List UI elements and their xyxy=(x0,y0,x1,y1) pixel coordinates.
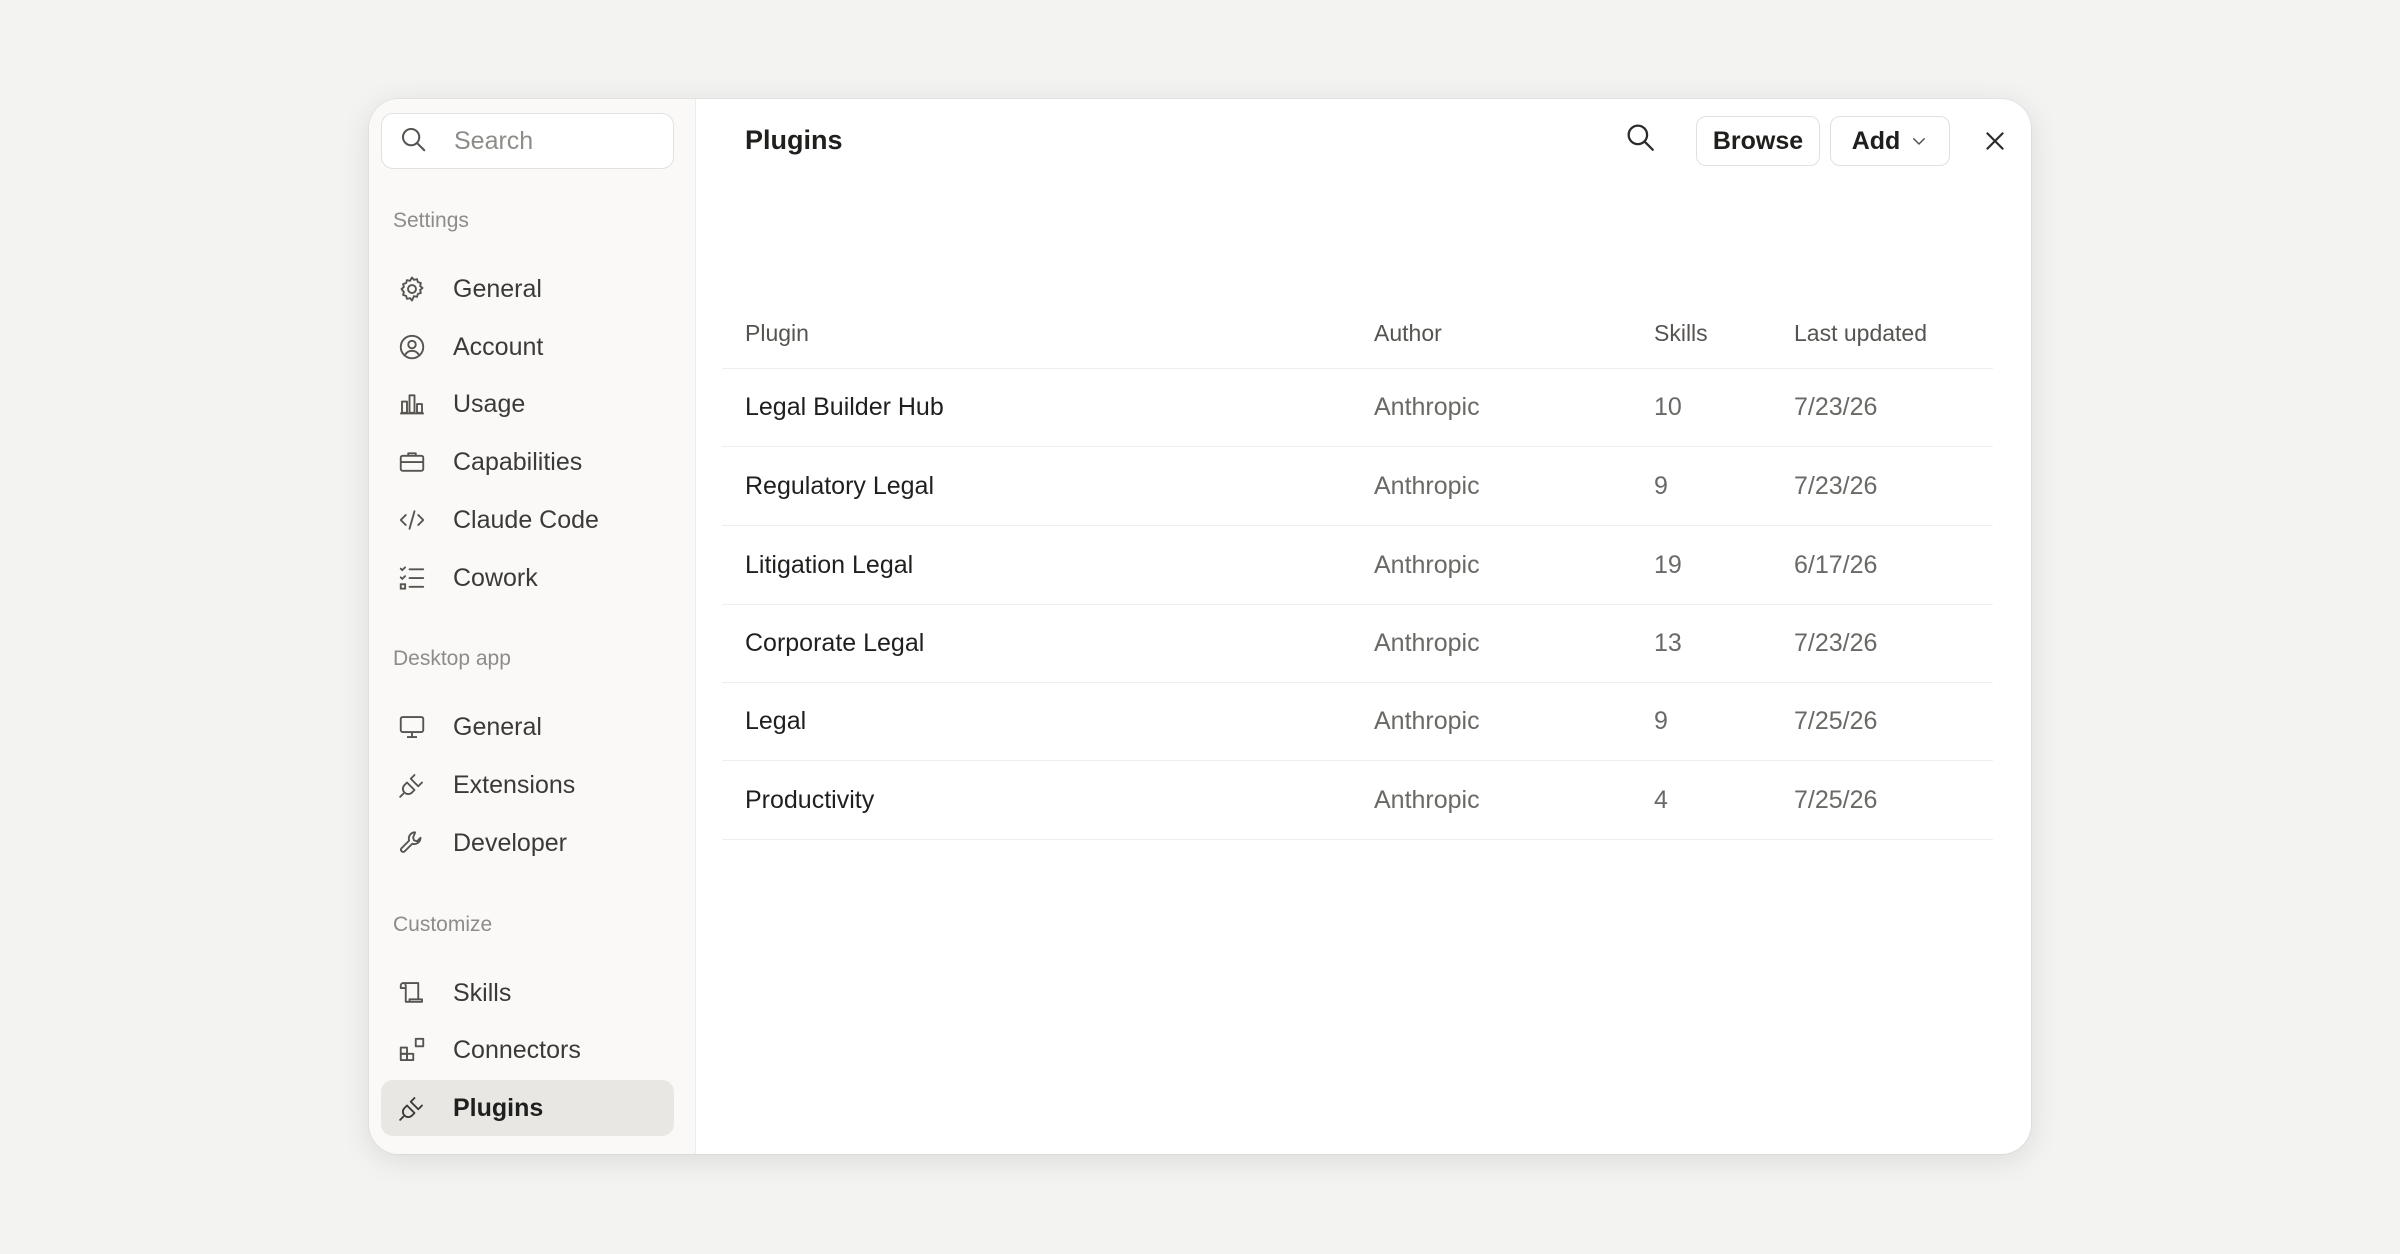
settings-window: Settings General Account Usage Capabilit… xyxy=(369,99,2031,1154)
scroll-icon xyxy=(397,978,427,1008)
sidebar-item-developer[interactable]: Developer xyxy=(381,815,674,871)
sidebar-item-label: Claude Code xyxy=(453,505,599,534)
sidebar-item-label: Plugins xyxy=(453,1093,544,1122)
plugin-name: Regulatory Legal xyxy=(745,472,935,500)
sidebar-item-desktop-general[interactable]: General xyxy=(381,699,674,755)
wrench-icon xyxy=(397,828,427,858)
sidebar: Settings General Account Usage Capabilit… xyxy=(369,99,696,1154)
sidebar-item-capabilities[interactable]: Capabilities xyxy=(381,434,674,490)
plugin-author: Anthropic xyxy=(1374,551,1480,579)
plug-icon xyxy=(397,770,427,800)
sidebar-item-label: Skills xyxy=(453,978,512,1007)
table-row[interactable]: Productivity Anthropic 4 7/25/26 xyxy=(722,762,1993,840)
column-header-skills[interactable]: Skills xyxy=(1654,299,1708,368)
close-button[interactable] xyxy=(1975,121,2015,161)
plugins-search-button[interactable] xyxy=(1620,119,1660,159)
section-label-customize: Customize xyxy=(393,913,493,936)
plugin-skills: 13 xyxy=(1654,629,1682,657)
sidebar-search[interactable] xyxy=(381,113,674,169)
sidebar-item-extensions[interactable]: Extensions xyxy=(381,757,674,813)
sidebar-item-label: Connectors xyxy=(453,1035,581,1064)
sidebar-item-label: Capabilities xyxy=(453,447,583,476)
sidebar-item-label: Usage xyxy=(453,389,526,418)
monitor-icon xyxy=(397,712,427,742)
table-row[interactable]: Legal Builder Hub Anthropic 10 7/23/26 xyxy=(722,369,1993,447)
sidebar-item-plugins[interactable]: Plugins xyxy=(381,1080,674,1136)
plugin-last-updated: 7/25/26 xyxy=(1794,786,1878,814)
sidebar-item-skills[interactable]: Skills xyxy=(381,965,674,1021)
chevron-down-icon xyxy=(1900,132,1928,150)
gear-icon xyxy=(397,274,427,304)
plugin-author: Anthropic xyxy=(1374,786,1480,814)
table-header: Plugin Author Skills Last updated xyxy=(722,299,1993,369)
column-header-plugin[interactable]: Plugin xyxy=(745,299,809,368)
plugin-skills: 19 xyxy=(1654,551,1682,579)
sidebar-item-usage[interactable]: Usage xyxy=(381,376,674,432)
sidebar-item-label: General xyxy=(453,274,542,303)
sidebar-item-connectors[interactable]: Connectors xyxy=(381,1022,674,1078)
plugin-skills: 10 xyxy=(1654,393,1682,421)
column-header-author[interactable]: Author xyxy=(1374,299,1442,368)
briefcase-icon xyxy=(397,447,427,477)
checklist-icon xyxy=(397,563,427,593)
bar-chart-icon xyxy=(397,389,427,419)
plug-icon xyxy=(397,1093,427,1123)
main-panel: Plugins Browse Add Plugin Author Skills … xyxy=(696,99,2031,1154)
plugin-name: Legal xyxy=(745,707,807,735)
section-label-settings: Settings xyxy=(393,209,469,232)
sidebar-item-label: Developer xyxy=(453,828,567,857)
plugin-name: Litigation Legal xyxy=(745,551,914,579)
browse-button[interactable]: Browse xyxy=(1696,116,1820,166)
plugin-author: Anthropic xyxy=(1374,707,1480,735)
sidebar-item-label: Extensions xyxy=(453,770,576,799)
column-header-last-updated[interactable]: Last updated xyxy=(1794,299,1927,368)
sidebar-item-label: Account xyxy=(453,332,544,361)
page-title: Plugins xyxy=(745,125,843,155)
table-row[interactable]: Litigation Legal Anthropic 19 6/17/26 xyxy=(722,527,1993,605)
plugin-author: Anthropic xyxy=(1374,629,1480,657)
sidebar-search-input[interactable] xyxy=(454,126,654,156)
sidebar-item-label: General xyxy=(453,712,542,741)
add-button[interactable]: Add xyxy=(1830,116,1950,166)
plugin-author: Anthropic xyxy=(1374,393,1480,421)
section-label-desktop-app: Desktop app xyxy=(393,647,511,670)
plugin-last-updated: 7/25/26 xyxy=(1794,707,1878,735)
plugin-name: Legal Builder Hub xyxy=(745,393,944,421)
table-row[interactable]: Regulatory Legal Anthropic 9 7/23/26 xyxy=(722,448,1993,526)
user-circle-icon xyxy=(397,332,427,362)
sidebar-item-label: Cowork xyxy=(453,563,538,592)
plugin-author: Anthropic xyxy=(1374,472,1480,500)
sidebar-item-account[interactable]: Account xyxy=(381,319,674,375)
search-icon xyxy=(1623,120,1657,159)
plugin-skills: 9 xyxy=(1654,707,1668,735)
code-icon xyxy=(397,505,427,535)
plugin-last-updated: 7/23/26 xyxy=(1794,472,1878,500)
table-row[interactable]: Corporate Legal Anthropic 13 7/23/26 xyxy=(722,605,1993,683)
plugin-last-updated: 7/23/26 xyxy=(1794,629,1878,657)
plugin-skills: 4 xyxy=(1654,786,1668,814)
plugin-last-updated: 7/23/26 xyxy=(1794,393,1878,421)
plugin-name: Corporate Legal xyxy=(745,629,925,657)
add-button-label: Add xyxy=(1851,126,1901,155)
close-icon xyxy=(1982,128,2008,154)
sidebar-item-claude-code[interactable]: Claude Code xyxy=(381,492,674,548)
sidebar-item-cowork[interactable]: Cowork xyxy=(381,550,674,606)
table-row[interactable]: Legal Anthropic 9 7/25/26 xyxy=(722,683,1993,761)
sidebar-item-general[interactable]: General xyxy=(381,261,674,317)
plugin-skills: 9 xyxy=(1654,472,1668,500)
plugin-name: Productivity xyxy=(745,786,875,814)
plugin-last-updated: 6/17/26 xyxy=(1794,551,1878,579)
search-icon xyxy=(398,124,428,159)
blocks-icon xyxy=(397,1035,427,1065)
